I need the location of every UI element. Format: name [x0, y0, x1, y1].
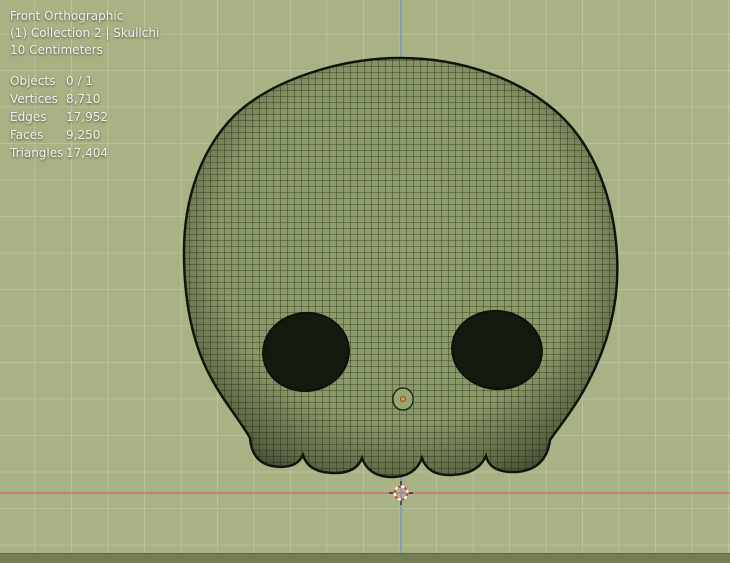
stats-value: 8,710	[66, 92, 101, 106]
view-name-label: Front Orthographic	[10, 9, 124, 23]
viewport-header: Front Orthographic (1) Collection 2 | Sk…	[10, 8, 159, 59]
stats-row-edges: Edges 17,952	[10, 108, 108, 126]
stats-row-triangles: Triangles 17,404	[10, 144, 108, 162]
stats-value: 0 / 1	[66, 74, 93, 88]
stats-value: 17,404	[66, 146, 108, 160]
stats-value: 17,952	[66, 110, 108, 124]
object-origin-dot	[400, 396, 406, 402]
stats-value: 9,250	[66, 128, 101, 142]
skull-object[interactable]	[182, 56, 619, 479]
statistics-overlay: Objects 0 / 1 Vertices 8,710 Edges 17,95…	[10, 72, 108, 162]
skull-edge-shading	[184, 58, 618, 477]
stats-label: Triangles	[10, 146, 64, 160]
stats-row-faces: Faces 9,250	[10, 126, 108, 144]
active-collection-label: (1) Collection 2 | Skullchi	[10, 26, 160, 40]
stats-label: Vertices	[10, 92, 58, 106]
stats-label: Objects	[10, 74, 56, 88]
stats-row-objects: Objects 0 / 1	[10, 72, 108, 90]
editor-divider-strip[interactable]	[0, 553, 730, 563]
stats-row-vertices: Vertices 8,710	[10, 90, 108, 108]
stats-label: Edges	[10, 110, 47, 124]
grid-scale-label: 10 Centimeters	[10, 43, 103, 57]
3d-viewport[interactable]: Front Orthographic (1) Collection 2 | Sk…	[0, 0, 730, 563]
stats-label: Faces	[10, 128, 44, 142]
mesh-layer	[182, 56, 619, 505]
3d-cursor	[389, 481, 413, 505]
